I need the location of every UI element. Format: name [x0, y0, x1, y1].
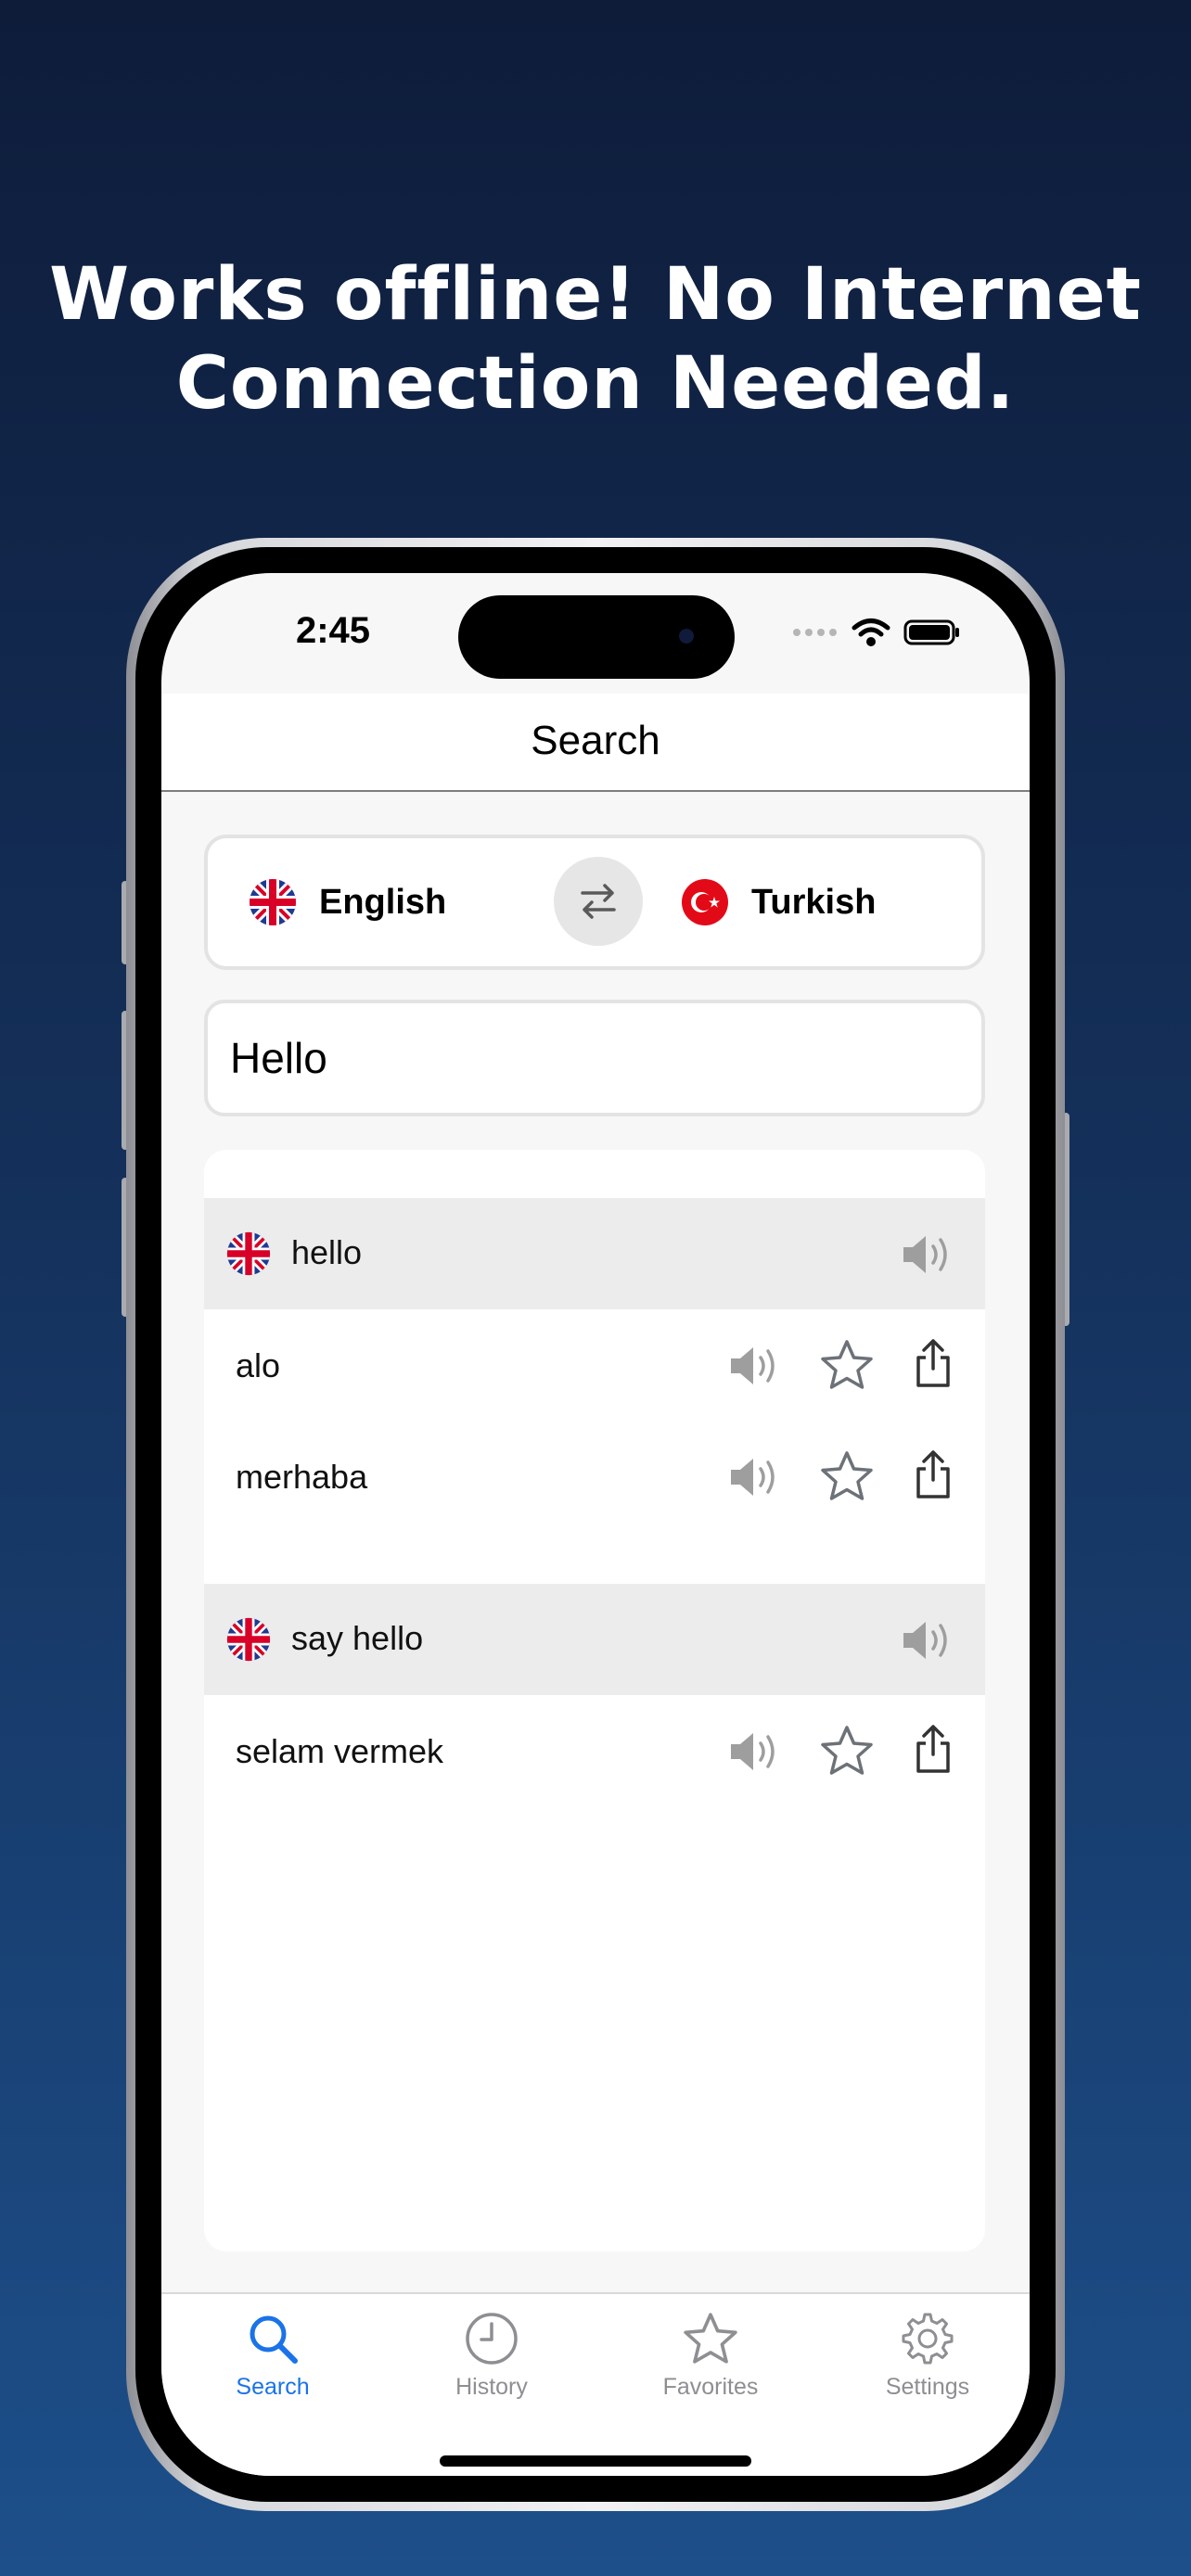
status-icons [792, 618, 961, 647]
page-title: Search [531, 718, 660, 763]
language-selector: English Turkish [204, 835, 985, 970]
headline: Works offline! No Internet Connection Ne… [0, 250, 1191, 428]
tab-favorites[interactable]: Favorites [636, 2311, 785, 2401]
search-input[interactable] [228, 1020, 955, 1096]
gear-icon [902, 2313, 954, 2365]
battery-icon [903, 619, 959, 645]
tab-search[interactable]: Search [198, 2311, 347, 2401]
target-language-button[interactable]: Turkish [681, 838, 876, 966]
result-group-header: hello [204, 1198, 985, 1309]
translation-text: merhaba [236, 1458, 368, 1496]
uk-flag-icon [226, 1617, 271, 1662]
clock-icon [466, 2313, 518, 2365]
translation-row[interactable]: merhaba [204, 1421, 985, 1532]
results-list: hello alo merhaba say hello selam vermek [204, 1150, 985, 2251]
star-icon[interactable] [820, 1339, 874, 1391]
cellular-dots-icon [793, 629, 837, 636]
navigation-bar: Search [161, 694, 1030, 792]
speaker-icon[interactable] [727, 1728, 781, 1775]
translation-text: alo [236, 1346, 281, 1384]
tab-label: Favorites [662, 2374, 759, 2400]
headline-line-1: Works offline! No Internet [49, 253, 1142, 337]
translation-row[interactable]: selam vermek [204, 1695, 985, 1806]
tab-settings[interactable]: Settings [853, 2311, 1002, 2401]
share-icon[interactable] [913, 1448, 954, 1500]
star-icon [684, 2313, 737, 2364]
swap-arrows-icon [581, 884, 616, 919]
tab-bar: Search History Favorites Settings [161, 2292, 1030, 2476]
search-field[interactable] [204, 1000, 985, 1116]
speaker-icon[interactable] [727, 1454, 781, 1500]
result-group-header: say hello [204, 1584, 985, 1695]
search-icon [250, 2315, 298, 2364]
speaker-icon[interactable] [727, 1343, 781, 1389]
result-term: hello [291, 1233, 363, 1271]
share-icon[interactable] [913, 1723, 954, 1775]
dynamic-island [458, 595, 735, 679]
translation-text: selam vermek [236, 1732, 444, 1770]
status-time: 2:45 [295, 610, 371, 651]
speaker-icon[interactable] [900, 1617, 954, 1664]
source-language-label: English [319, 882, 447, 922]
wifi-icon [852, 618, 890, 646]
share-icon[interactable] [913, 1337, 954, 1389]
translation-row[interactable]: alo [204, 1309, 985, 1421]
home-indicator[interactable] [440, 2455, 751, 2467]
source-language-button[interactable]: English [249, 838, 446, 966]
tab-label: Search [236, 2374, 310, 2400]
uk-flag-icon [226, 1231, 271, 1276]
tab-label: History [455, 2374, 528, 2400]
star-icon[interactable] [820, 1725, 874, 1777]
star-icon[interactable] [820, 1450, 874, 1502]
speaker-icon[interactable] [900, 1231, 954, 1278]
phone-screen: 2:45 Search English Turkish Hello hello … [161, 573, 1030, 2476]
tab-label: Settings [885, 2374, 970, 2400]
result-term: say hello [291, 1619, 424, 1657]
tab-history[interactable]: History [417, 2311, 566, 2401]
headline-line-2: Connection Needed. [175, 342, 1016, 426]
target-language-label: Turkish [751, 882, 877, 922]
turkey-flag-icon [682, 879, 728, 925]
swap-languages-button[interactable] [554, 857, 643, 946]
uk-flag-icon [250, 879, 296, 925]
